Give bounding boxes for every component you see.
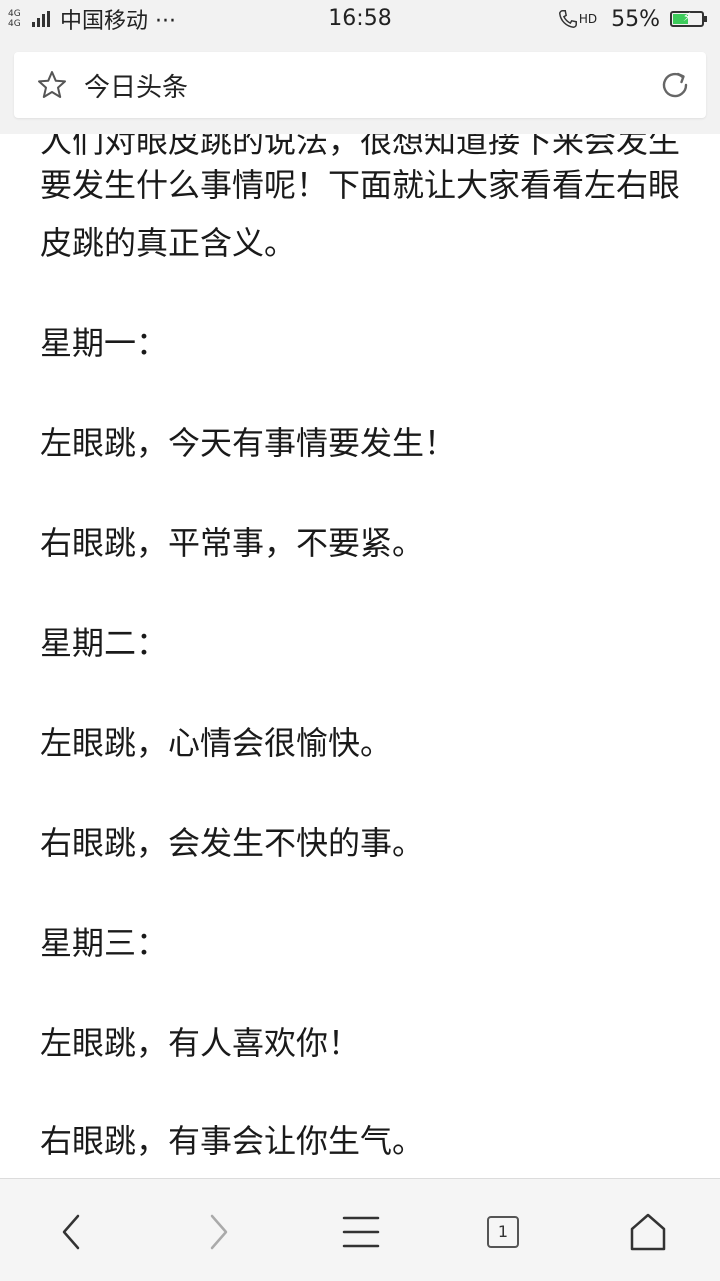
article-paragraph: 左眼跳，今天有事情要发生！ [40, 424, 457, 462]
article-paragraph: 右眼跳，会发生不快的事。 [40, 824, 425, 862]
status-left: 4G 4G 中国移动 ··· [0, 3, 176, 35]
carrier-name: 中国移动 ··· [60, 9, 176, 34]
signal-icon [32, 11, 52, 27]
article-paragraph: 右眼跳，有事会让你生气。 [40, 1122, 425, 1160]
address-bar-container: 今日头条 [0, 38, 720, 134]
menu-icon [342, 1216, 380, 1248]
forward-icon [210, 1214, 228, 1250]
article-content[interactable]: 人们对眼皮跳的说法，很想知道接下来会发生 要发生什么事情呢！下面就让大家看看左右… [0, 134, 720, 1178]
weekday-heading: 星期二： [40, 624, 169, 662]
menu-button[interactable] [336, 1207, 386, 1257]
weekday-heading: 星期三： [40, 924, 169, 962]
home-icon [630, 1213, 666, 1251]
status-bar: 4G 4G 中国移动 ··· 16:58 HD 55% ⚡ [0, 0, 720, 38]
article-paragraph: 要发生什么事情呢！下面就让大家看看左右眼皮跳的真正含义。 [40, 166, 681, 262]
address-bar[interactable]: 今日头条 [14, 52, 706, 118]
status-right: HD 55% ⚡ [557, 0, 707, 38]
article-paragraph: 右眼跳，平常事，不要紧。 [40, 524, 425, 562]
page-title[interactable]: 今日头条 [84, 67, 188, 104]
home-button[interactable] [623, 1207, 673, 1257]
article-paragraph: 左眼跳，有人喜欢你！ [40, 1024, 361, 1062]
tabs-button[interactable]: 1 [478, 1207, 528, 1257]
call-icon [558, 10, 577, 28]
tabs-icon: 1 [487, 1216, 519, 1248]
hd-badge: HD [578, 12, 598, 26]
weekday-heading: 星期一： [40, 324, 169, 362]
network-type: 4G 4G [8, 9, 21, 29]
battery-icon: ⚡ [670, 10, 707, 27]
back-button[interactable] [48, 1207, 98, 1257]
star-icon[interactable] [36, 69, 68, 101]
charging-icon: ⚡ [682, 10, 692, 24]
bottom-navigation: 1 [0, 1178, 720, 1281]
article-paragraph: 左眼跳，心情会很愉快。 [40, 724, 393, 762]
forward-button[interactable] [192, 1207, 242, 1257]
battery-percent: 55% [611, 6, 660, 32]
back-icon [62, 1214, 80, 1250]
refresh-icon[interactable] [658, 68, 692, 102]
